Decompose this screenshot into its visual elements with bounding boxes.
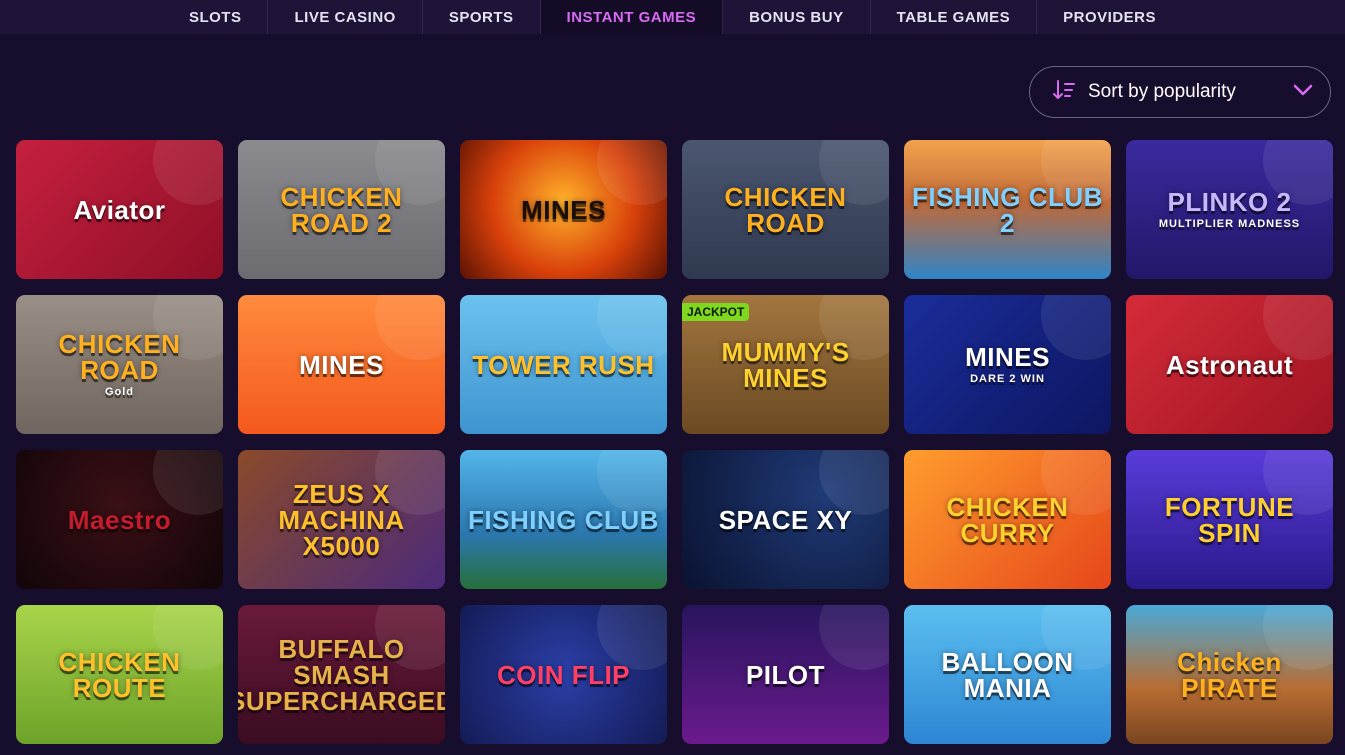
game-title: Maestro xyxy=(67,504,172,535)
game-title: FISHING CLUB 2 xyxy=(912,181,1103,238)
game-artwork xyxy=(819,605,889,670)
game-card[interactable]: CHICKEN ROUTE xyxy=(16,605,223,744)
game-title: SPACE XY xyxy=(718,504,853,535)
game-card[interactable]: Maestro xyxy=(16,450,223,589)
tab-slots[interactable]: SLOTS xyxy=(163,0,269,34)
game-title-block: MUMMY'S MINES xyxy=(682,339,889,391)
game-title-block: CHICKEN ROAD Gold xyxy=(16,331,223,398)
game-card[interactable]: FISHING CLUB 2 xyxy=(904,140,1111,279)
game-title: FISHING CLUB xyxy=(468,504,659,535)
game-title: CHICKEN ROAD 2 xyxy=(280,181,403,238)
game-title-block: FORTUNE SPIN xyxy=(1126,494,1333,546)
game-title-block: FISHING CLUB xyxy=(460,507,667,533)
category-tabs: SLOTS LIVE CASINO SPORTS INSTANT GAMES BONUS… xyxy=(163,0,1182,34)
games-grid: Aviator CHICKEN ROAD 2 MINES CHICKEN ROAD FI… xyxy=(16,140,1333,744)
game-title-block: CHICKEN CURRY xyxy=(904,494,1111,546)
game-title: MINES xyxy=(521,194,606,225)
game-title-block: BALLOON MANIA xyxy=(904,649,1111,701)
tab-bonus-buy[interactable]: BONUS BUY xyxy=(723,0,871,34)
game-card[interactable]: PLINKO 2 MULTIPLIER MADNESS xyxy=(1126,140,1333,279)
game-title: CHICKEN CURRY xyxy=(946,491,1069,548)
game-title: CHICKEN ROAD xyxy=(724,181,847,238)
game-title: BUFFALO SMASH SUPERCHARGED xyxy=(238,633,445,716)
tab-sports[interactable]: SPORTS xyxy=(423,0,541,34)
game-title: COIN FLIP xyxy=(496,659,631,690)
game-card[interactable]: Aviator xyxy=(16,140,223,279)
game-title: MUMMY'S MINES xyxy=(721,336,850,393)
game-card[interactable]: CHICKEN ROAD Gold xyxy=(16,295,223,434)
game-card[interactable]: JACKPOT MUMMY'S MINES xyxy=(682,295,889,434)
game-title: MINES xyxy=(965,342,1050,372)
game-card[interactable]: PILOT xyxy=(682,605,889,744)
game-card[interactable]: TOWER RUSH xyxy=(460,295,667,434)
game-title: TOWER RUSH xyxy=(472,349,655,380)
game-title-block: Aviator xyxy=(65,197,173,223)
game-title-block: Maestro xyxy=(60,507,179,533)
game-title-block: TOWER RUSH xyxy=(464,352,662,378)
game-card[interactable]: BUFFALO SMASH SUPERCHARGED xyxy=(238,605,445,744)
game-title: PILOT xyxy=(745,659,826,690)
game-card[interactable]: MINES DARE 2 WIN xyxy=(904,295,1111,434)
game-card[interactable]: FORTUNE SPIN xyxy=(1126,450,1333,589)
tab-providers[interactable]: PROVIDERS xyxy=(1037,0,1182,34)
game-card[interactable]: FISHING CLUB xyxy=(460,450,667,589)
game-title-block: MINES xyxy=(513,197,614,223)
game-card[interactable]: CHICKEN ROAD xyxy=(682,140,889,279)
tab-table-games[interactable]: TABLE GAMES xyxy=(871,0,1038,34)
game-title: Chicken PIRATE xyxy=(1177,646,1282,703)
game-card[interactable]: BALLOON MANIA xyxy=(904,605,1111,744)
sort-dropdown[interactable]: Sort by popularity xyxy=(1029,66,1331,118)
game-subtitle: DARE 2 WIN xyxy=(970,373,1045,385)
game-title-block: ZEUS X MACHINA X5000 xyxy=(238,481,445,559)
game-card[interactable]: CHICKEN CURRY xyxy=(904,450,1111,589)
game-artwork xyxy=(597,140,667,205)
game-title: BALLOON MANIA xyxy=(941,646,1074,703)
game-card[interactable]: CHICKEN ROAD 2 xyxy=(238,140,445,279)
game-card[interactable]: Astronaut xyxy=(1126,295,1333,434)
game-artwork xyxy=(375,295,445,360)
top-navigation: SLOTS LIVE CASINO SPORTS INSTANT GAMES BONUS… xyxy=(0,0,1345,34)
game-title-block: COIN FLIP xyxy=(489,662,638,688)
game-title-block: FISHING CLUB 2 xyxy=(904,184,1111,236)
game-title-block: BUFFALO SMASH SUPERCHARGED xyxy=(238,636,445,714)
game-card[interactable]: ZEUS X MACHINA X5000 xyxy=(238,450,445,589)
game-card[interactable]: MINES xyxy=(238,295,445,434)
game-title: MINES xyxy=(299,349,384,380)
game-card[interactable]: COIN FLIP xyxy=(460,605,667,744)
game-title: CHICKEN ROAD xyxy=(58,329,181,385)
sort-icon xyxy=(1052,78,1076,107)
game-title-block: CHICKEN ROAD 2 xyxy=(238,184,445,236)
sort-label: Sort by popularity xyxy=(1088,81,1236,102)
tab-live-casino[interactable]: LIVE CASINO xyxy=(268,0,423,34)
chevron-down-icon xyxy=(1292,79,1314,106)
game-card[interactable]: Chicken PIRATE xyxy=(1126,605,1333,744)
game-title-block: Astronaut xyxy=(1158,352,1301,378)
game-title-block: PLINKO 2 MULTIPLIER MADNESS xyxy=(1151,189,1308,230)
game-title: CHICKEN ROUTE xyxy=(58,646,181,703)
game-title: PLINKO 2 xyxy=(1167,187,1292,217)
game-title: ZEUS X MACHINA X5000 xyxy=(278,478,405,561)
tab-instant-games[interactable]: INSTANT GAMES xyxy=(540,0,724,34)
game-title-block: CHICKEN ROAD xyxy=(682,184,889,236)
game-card[interactable]: SPACE XY xyxy=(682,450,889,589)
jackpot-badge: JACKPOT xyxy=(682,303,750,321)
game-title: FORTUNE SPIN xyxy=(1164,491,1295,548)
game-title: Aviator xyxy=(73,194,166,225)
game-title-block: PILOT xyxy=(738,662,833,688)
game-title-block: MINES xyxy=(291,352,392,378)
game-title-block: MINES DARE 2 WIN xyxy=(957,344,1058,385)
game-title-block: CHICKEN ROUTE xyxy=(16,649,223,701)
game-subtitle: Gold xyxy=(104,386,135,398)
game-title-block: SPACE XY xyxy=(711,507,861,533)
game-title-block: Chicken PIRATE xyxy=(1126,649,1333,701)
game-title: Astronaut xyxy=(1165,349,1294,380)
game-subtitle: MULTIPLIER MADNESS xyxy=(1158,218,1301,230)
game-card[interactable]: MINES xyxy=(460,140,667,279)
